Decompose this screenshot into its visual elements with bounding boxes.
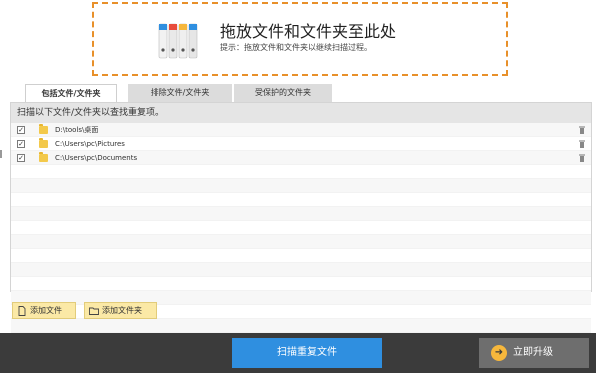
binder-ring — [191, 48, 195, 52]
drop-zone-title: 拖放文件和文件夹至此处 — [220, 22, 397, 41]
row-path: C:\Users\pc\Pictures — [55, 140, 125, 148]
empty-row — [11, 235, 591, 249]
empty-row — [11, 221, 591, 235]
empty-row — [11, 193, 591, 207]
list-item: ✓ C:\Users\pc\Documents — [11, 151, 591, 165]
row-path: C:\Users\pc\Documents — [55, 154, 138, 162]
add-folder-button[interactable]: 添加文件夹 — [84, 302, 157, 319]
trash-icon[interactable] — [579, 126, 585, 134]
upgrade-button[interactable]: ➜ 立即升级 — [479, 338, 589, 368]
add-folder-label: 添加文件夹 — [102, 306, 142, 315]
empty-row — [11, 165, 591, 179]
binder-ring — [181, 48, 185, 52]
add-file-label: 添加文件 — [30, 306, 62, 315]
drop-zone-hint: 提示：拖放文件和文件夹以继续扫描过程。 — [220, 43, 372, 52]
empty-row — [11, 319, 591, 333]
binder-ring — [171, 48, 175, 52]
list-item: ✓ D:\tools\桌面 — [11, 123, 591, 137]
empty-row — [11, 277, 591, 291]
file-icon — [18, 306, 26, 316]
list-item: ✓ C:\Users\pc\Pictures — [11, 137, 591, 151]
folder-icon — [39, 124, 48, 134]
empty-row — [11, 207, 591, 221]
binder-label — [189, 24, 197, 30]
binder-label — [159, 24, 167, 30]
tab-include[interactable]: 包括文件/文件夹 — [25, 84, 117, 102]
folder-icon — [39, 138, 48, 148]
trash-icon[interactable] — [579, 140, 585, 148]
arrow-right-icon: ➜ — [491, 345, 507, 361]
empty-row — [11, 263, 591, 277]
binders-icon — [158, 23, 198, 59]
folder-icon — [39, 152, 48, 162]
tab-bar: 包括文件/文件夹 排除文件/文件夹 受保护的文件夹 — [12, 84, 592, 102]
folder-outline-icon — [89, 307, 99, 315]
empty-row — [11, 249, 591, 263]
footer-bar: 扫描重复文件 ➜ 立即升级 — [0, 333, 596, 373]
upgrade-label: 立即升级 — [513, 347, 553, 358]
drop-zone[interactable]: 拖放文件和文件夹至此处 提示：拖放文件和文件夹以继续扫描过程。 — [92, 2, 508, 76]
panel-header: 扫描以下文件/文件夹以查找重复项。 — [11, 103, 591, 123]
trash-icon[interactable] — [579, 154, 585, 162]
scan-duplicates-button[interactable]: 扫描重复文件 — [232, 338, 382, 368]
binder-label — [169, 24, 177, 30]
row-checkbox[interactable]: ✓ — [17, 140, 25, 148]
app-window: 拖放文件和文件夹至此处 提示：拖放文件和文件夹以继续扫描过程。 包括文件/文件夹… — [0, 0, 596, 373]
binder-ring — [161, 48, 165, 52]
row-checkbox[interactable]: ✓ — [17, 126, 25, 134]
include-list-panel: 扫描以下文件/文件夹以查找重复项。 ✓ D:\tools\桌面 ✓ C:\Use… — [10, 102, 592, 333]
add-file-button[interactable]: 添加文件 — [12, 302, 76, 319]
row-path: D:\tools\桌面 — [55, 126, 99, 134]
binder-label — [179, 24, 187, 30]
tab-exclude[interactable]: 排除文件/文件夹 — [128, 84, 232, 102]
tab-protected[interactable]: 受保护的文件夹 — [234, 84, 332, 102]
empty-row — [11, 179, 591, 193]
row-checkbox[interactable]: ✓ — [17, 154, 25, 162]
window-edge-marker — [0, 150, 2, 158]
